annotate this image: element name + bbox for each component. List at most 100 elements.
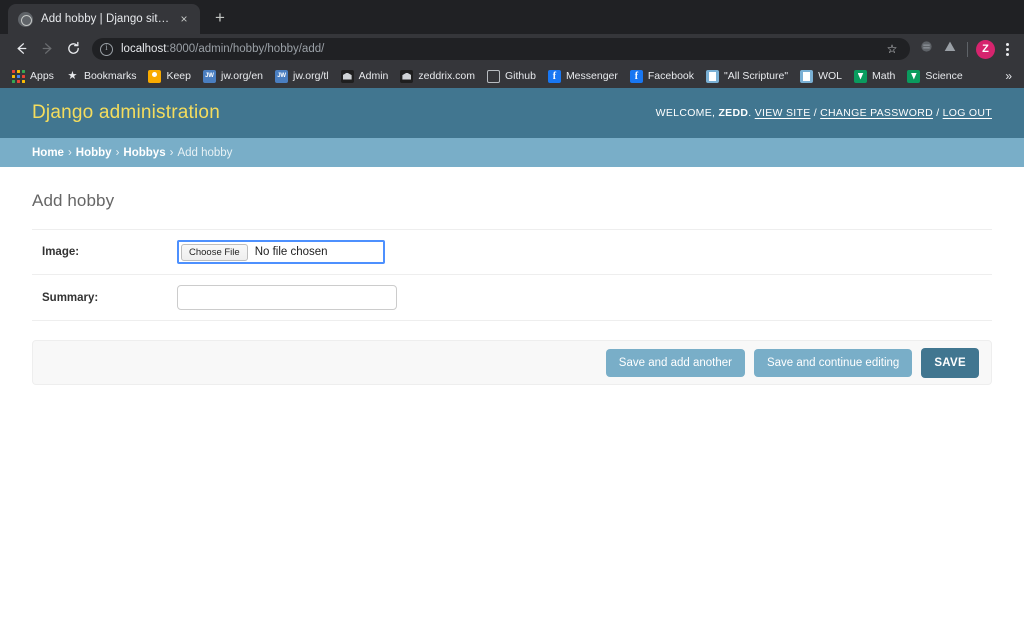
- save-button[interactable]: SAVE: [921, 347, 979, 378]
- admin-header: Django administration WELCOME, ZEDD. VIE…: [0, 88, 1024, 138]
- toolbar-right: Z: [914, 37, 1016, 61]
- bookmark-label: Admin: [358, 70, 389, 82]
- github-icon: [487, 69, 500, 83]
- form-row-image: Image: Choose File No file chosen: [32, 229, 992, 275]
- bookmark-label: zeddrix.com: [418, 70, 475, 82]
- bookmark-label: Messenger: [565, 70, 618, 82]
- bookmark-label: Github: [505, 70, 536, 82]
- breadcrumb-item-current: Add hobby: [177, 146, 233, 159]
- main-content: Add hobby Image: Choose File No file cho…: [0, 191, 1024, 385]
- link-separator: /: [936, 107, 940, 119]
- username: ZEDD: [718, 107, 749, 119]
- log-out-link[interactable]: LOG OUT: [943, 107, 992, 119]
- bookmark-item-math[interactable]: Math: [848, 66, 901, 86]
- add-hobby-form: Image: Choose File No file chosen Summar…: [32, 229, 992, 385]
- breadcrumb: Home › Hobby › Hobbys › Add hobby: [0, 138, 1024, 167]
- reload-button[interactable]: [60, 36, 86, 62]
- summary-input[interactable]: [177, 285, 397, 310]
- user-tools: WELCOME, ZEDD. VIEW SITE / CHANGE PASSWO…: [656, 107, 992, 119]
- bookmark-item-facebook[interactable]: f Facebook: [624, 66, 700, 86]
- bookmark-label: Bookmarks: [83, 70, 137, 82]
- site-branding[interactable]: Django administration: [32, 102, 220, 124]
- bookmark-label: WOL: [818, 70, 842, 82]
- bookmark-label: Apps: [30, 70, 54, 82]
- page-title: Add hobby: [32, 191, 115, 210]
- drive-icon[interactable]: [938, 37, 962, 61]
- browser-tab[interactable]: Add hobby | Django site admin ×: [8, 4, 200, 34]
- close-icon[interactable]: ×: [176, 11, 192, 27]
- new-tab-button[interactable]: +: [206, 4, 234, 32]
- breadcrumb-separator: ›: [67, 146, 72, 159]
- view-site-link[interactable]: VIEW SITE: [755, 107, 811, 119]
- kebab-menu-icon[interactable]: [998, 41, 1016, 58]
- django-admin-page: Django administration WELCOME, ZEDD. VIE…: [0, 88, 1024, 385]
- browser-chrome: Add hobby | Django site admin × + localh…: [0, 0, 1024, 88]
- bookmark-item-messenger[interactable]: f Messenger: [542, 66, 624, 86]
- tab-strip: Add hobby | Django site admin × +: [0, 0, 1024, 34]
- url-host: localhost: [121, 43, 167, 55]
- image-file-input[interactable]: Choose File No file chosen: [177, 240, 385, 264]
- save-and-add-another-button[interactable]: Save and add another: [605, 348, 745, 377]
- breadcrumb-separator: ›: [169, 146, 174, 159]
- welcome-prefix: WELCOME,: [655, 107, 716, 119]
- bookmark-item-github[interactable]: Github: [481, 66, 542, 86]
- welcome-suffix: .: [748, 107, 752, 119]
- house-icon: [340, 69, 354, 83]
- bookmarks-bar: Apps ★ Bookmarks Keep JW jw.org/en JW jw…: [0, 64, 1024, 88]
- info-circle-icon[interactable]: [100, 42, 113, 56]
- back-button[interactable]: [8, 36, 34, 62]
- bookmark-label: "All Scripture": [724, 70, 789, 82]
- green-badge-icon: [907, 69, 921, 83]
- tab-title: Add hobby | Django site admin: [41, 13, 172, 25]
- bookmarks-overflow-button[interactable]: »: [999, 69, 1018, 83]
- keep-icon: [148, 69, 162, 83]
- bookmark-item-keep[interactable]: Keep: [142, 66, 197, 86]
- jw-icon: JW: [275, 69, 289, 83]
- link-separator: /: [813, 107, 817, 119]
- bookmark-label: Keep: [166, 70, 191, 82]
- extension-icon[interactable]: [914, 37, 938, 61]
- avatar[interactable]: Z: [976, 39, 995, 59]
- url-text: localhost:8000/admin/hobby/hobby/add/: [121, 43, 324, 55]
- bookmark-star-icon[interactable]: ☆: [882, 42, 902, 56]
- bookmark-item-wol[interactable]: WOL: [794, 66, 848, 86]
- file-status-text: No file chosen: [254, 246, 328, 258]
- house-icon: [400, 69, 414, 83]
- toolbar-divider: [967, 41, 968, 57]
- green-badge-icon: [854, 69, 867, 83]
- bookmark-item-bookmarks[interactable]: ★ Bookmarks: [60, 66, 143, 86]
- choose-file-button[interactable]: Choose File: [181, 243, 248, 261]
- bookmark-label: jw.org/en: [220, 70, 264, 82]
- change-password-link[interactable]: CHANGE PASSWORD: [820, 107, 933, 119]
- bookmark-item-admin[interactable]: Admin: [335, 66, 395, 86]
- url-path: :8000/admin/hobby/hobby/add/: [166, 43, 325, 55]
- form-row-summary: Summary:: [32, 275, 992, 321]
- image-field-label: Image:: [42, 246, 80, 258]
- bookmark-item-jw-en[interactable]: JW jw.org/en: [197, 66, 269, 86]
- bookmark-label: Math: [872, 70, 896, 82]
- bookmark-item-zeddrix[interactable]: zeddrix.com: [394, 66, 481, 86]
- apps-grid-icon: [12, 69, 25, 83]
- document-icon: [800, 69, 814, 83]
- breadcrumb-item-hobbys[interactable]: Hobbys: [123, 147, 165, 159]
- bookmark-item-science[interactable]: Science: [901, 66, 968, 86]
- bookmark-item-jw-tl[interactable]: JW jw.org/tl: [269, 66, 335, 86]
- browser-toolbar: localhost:8000/admin/hobby/hobby/add/ ☆ …: [0, 34, 1024, 64]
- bookmark-label: Science: [925, 70, 963, 82]
- globe-icon: [18, 11, 33, 27]
- jw-icon: JW: [202, 69, 216, 83]
- submit-row: Save and add another Save and continue e…: [32, 340, 992, 385]
- bookmark-label: jw.org/tl: [293, 70, 329, 82]
- save-and-continue-editing-button[interactable]: Save and continue editing: [753, 348, 913, 377]
- breadcrumb-item-hobby[interactable]: Hobby: [76, 147, 112, 159]
- address-bar[interactable]: localhost:8000/admin/hobby/hobby/add/ ☆: [92, 38, 910, 60]
- document-icon: [706, 69, 720, 83]
- facebook-icon: f: [629, 69, 643, 83]
- bookmark-label: Facebook: [647, 70, 695, 82]
- bookmark-item-all-scripture[interactable]: "All Scripture": [700, 66, 794, 86]
- breadcrumb-item-home[interactable]: Home: [32, 147, 64, 159]
- summary-field-label: Summary:: [42, 291, 99, 304]
- breadcrumb-separator: ›: [115, 146, 120, 159]
- bookmark-item-apps[interactable]: Apps: [6, 66, 60, 86]
- forward-button[interactable]: [34, 36, 60, 62]
